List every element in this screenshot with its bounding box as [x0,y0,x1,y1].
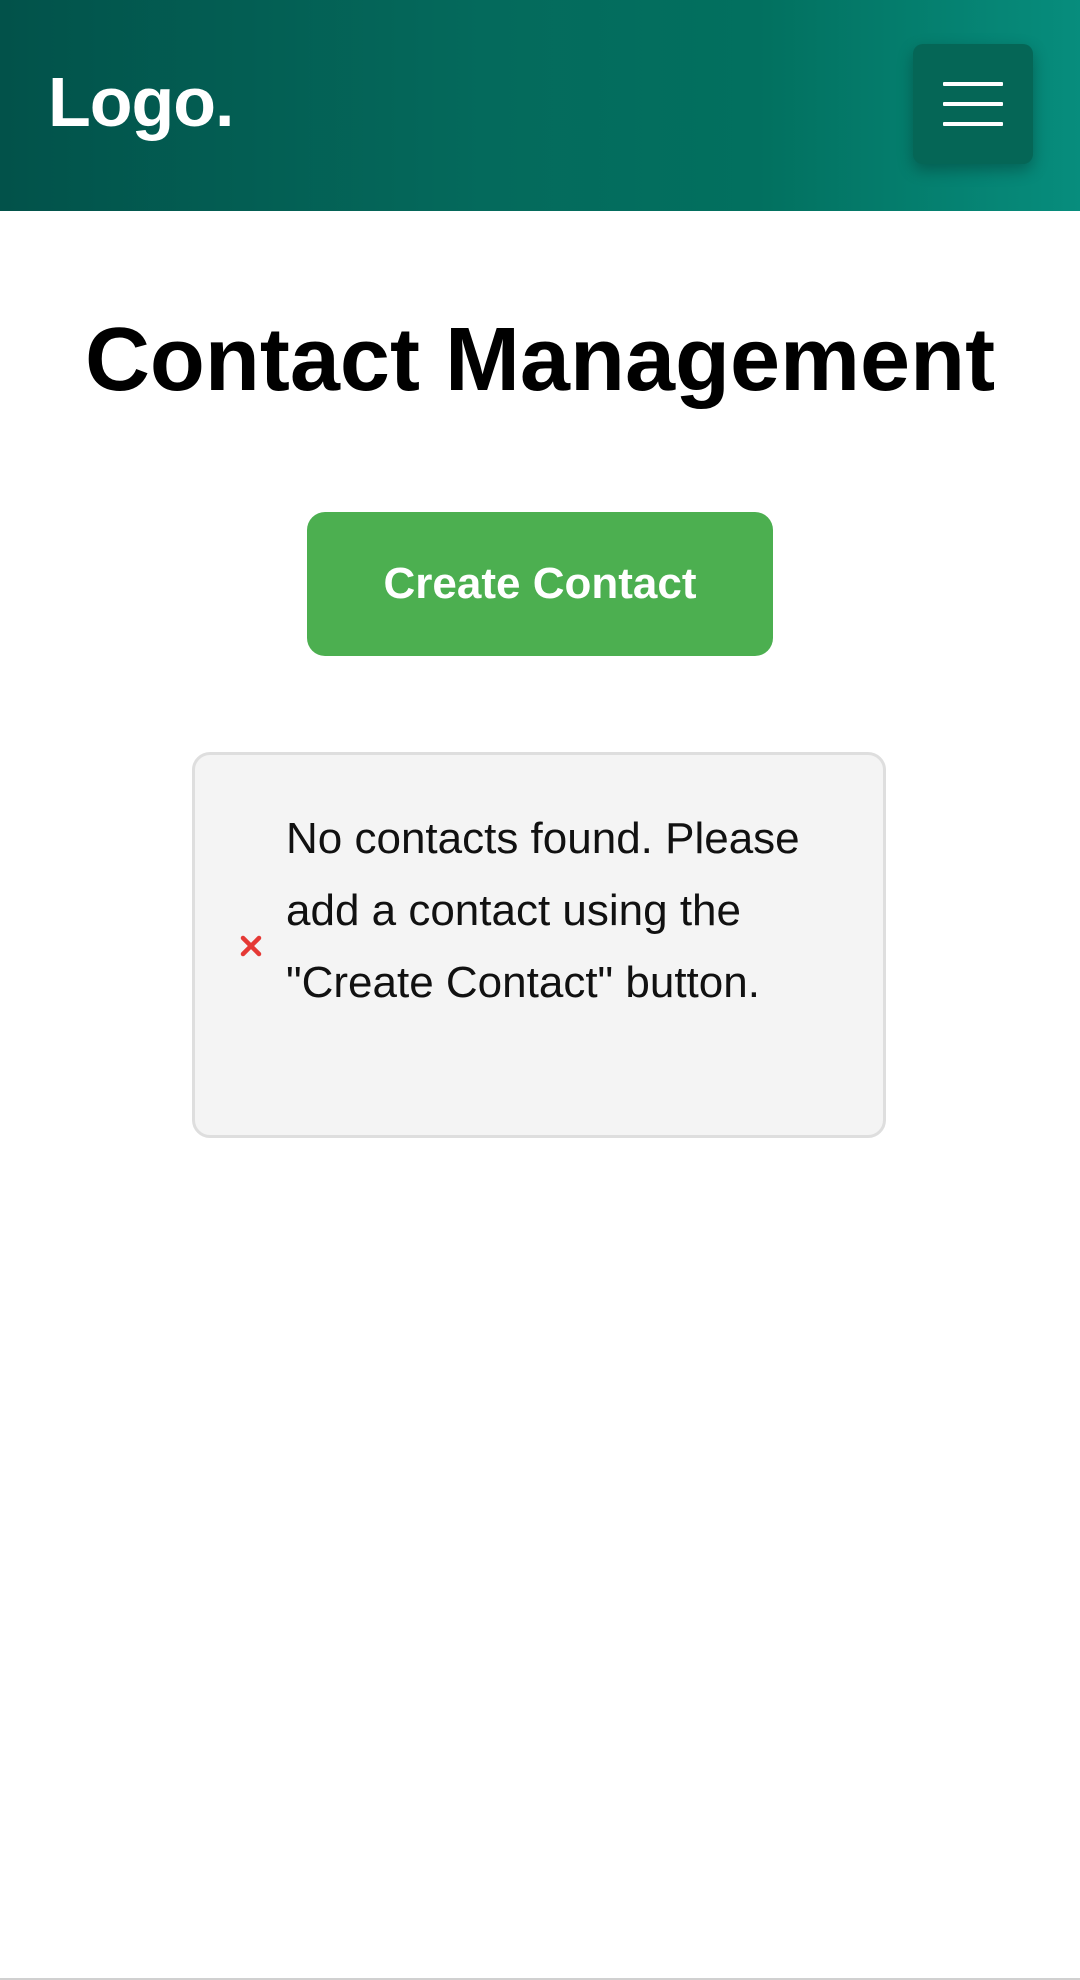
empty-state-message: No contacts found. Please add a contact … [286,814,800,1007]
app-header: Logo. [0,0,1080,211]
empty-state-card: No contacts found. Please add a contact … [192,752,886,1138]
close-x-icon [240,935,262,957]
page-title: Contact Management [84,310,996,410]
create-contact-button[interactable]: Create Contact [307,512,773,656]
logo[interactable]: Logo. [48,62,234,142]
menu-button[interactable] [913,44,1033,164]
